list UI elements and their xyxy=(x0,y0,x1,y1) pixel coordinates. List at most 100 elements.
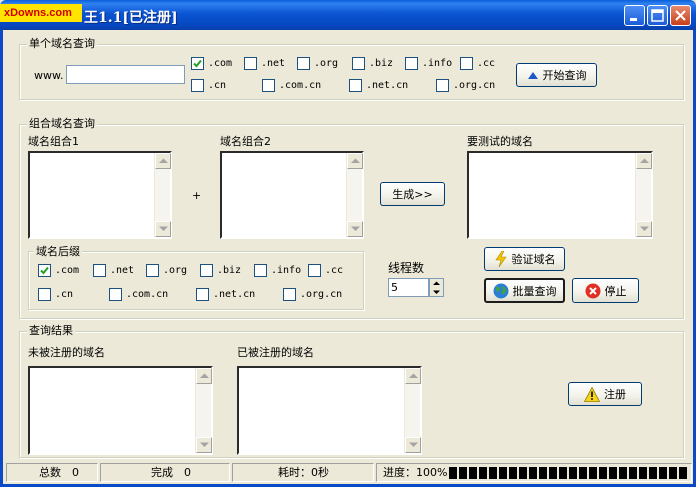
site-logo: xDowns.com xyxy=(0,4,82,22)
progress-block xyxy=(619,467,627,479)
warning-icon xyxy=(584,386,600,402)
progress-block xyxy=(629,467,637,479)
combo2-textarea[interactable] xyxy=(220,151,364,239)
scroll-up-button[interactable] xyxy=(155,153,171,169)
scroll-up-icon xyxy=(640,158,649,163)
tld-checkbox[interactable] xyxy=(352,57,365,70)
scroll-down-button[interactable] xyxy=(405,437,421,453)
tld-checkbox[interactable] xyxy=(436,79,449,92)
minimize-icon xyxy=(630,18,637,21)
registered-label: 已被注册的域名 xyxy=(237,346,314,359)
domain-input[interactable] xyxy=(66,65,185,84)
scroll-down-button[interactable] xyxy=(196,437,212,453)
progress-block xyxy=(659,467,667,479)
target-domains-textarea[interactable] xyxy=(467,151,653,239)
status-done: 完成 0 xyxy=(100,463,230,482)
spin-down-icon[interactable] xyxy=(433,290,440,295)
tld-checkbox[interactable] xyxy=(349,79,362,92)
scroll-up-button[interactable] xyxy=(347,153,363,169)
progress-block xyxy=(599,467,607,479)
progress-block xyxy=(559,467,567,479)
checkmark-icon xyxy=(40,266,49,275)
maximize-button[interactable] xyxy=(647,5,668,26)
scroll-down-icon xyxy=(159,226,168,231)
verify-domain-button[interactable]: 验证域名 xyxy=(484,247,565,271)
tld-checkbox[interactable] xyxy=(200,264,213,277)
scroll-up-button[interactable] xyxy=(636,153,652,169)
combo2-scrollbar[interactable] xyxy=(346,153,363,237)
start-query-button[interactable]: 开始查询 xyxy=(516,63,597,87)
tld-checkbox[interactable] xyxy=(191,57,204,70)
tld-checkbox[interactable] xyxy=(109,288,122,301)
tld-checkbox-label: .org.cn xyxy=(300,289,343,300)
tld-checkbox[interactable] xyxy=(297,57,310,70)
threads-spinner[interactable] xyxy=(429,278,444,297)
combo-query-title: 组合域名查询 xyxy=(27,117,97,130)
progress-block xyxy=(609,467,617,479)
stop-button[interactable]: 停止 xyxy=(572,278,639,303)
tld-checkbox-label: .com.cn xyxy=(126,289,169,300)
progress-block xyxy=(579,467,587,479)
verify-domain-label: 验证域名 xyxy=(511,253,556,266)
combo2-label: 域名组合2 xyxy=(220,135,271,148)
progress-block xyxy=(509,467,517,479)
arrow-up-icon xyxy=(527,72,538,79)
single-query-title: 单个域名查询 xyxy=(27,37,97,50)
scroll-down-button[interactable] xyxy=(636,221,652,237)
tld-checkbox[interactable] xyxy=(244,57,257,70)
unregistered-label: 未被注册的域名 xyxy=(28,346,105,359)
spin-up-icon[interactable] xyxy=(433,281,440,286)
threads-label: 线程数 xyxy=(388,261,425,275)
generate-button[interactable]: 生成>> xyxy=(380,182,445,206)
scroll-down-button[interactable] xyxy=(347,221,363,237)
unregistered-list[interactable] xyxy=(28,366,213,455)
tld-checkbox[interactable] xyxy=(308,264,321,277)
tld-checkbox[interactable] xyxy=(262,79,275,92)
scroll-up-icon xyxy=(159,158,168,163)
minimize-button[interactable] xyxy=(624,5,645,26)
start-query-label: 开始查询 xyxy=(542,69,587,82)
scroll-down-icon xyxy=(200,442,209,447)
registered-list[interactable] xyxy=(237,366,422,455)
batch-query-label: 批量查询 xyxy=(512,284,557,298)
scroll-down-icon xyxy=(409,442,418,447)
suffix-group xyxy=(28,251,364,310)
suffix-group-title: 域名后缀 xyxy=(34,245,82,258)
window-title: 王1.1[已注册] xyxy=(84,10,178,26)
combo1-label: 域名组合1 xyxy=(28,135,79,148)
tld-checkbox[interactable] xyxy=(38,264,51,277)
unregistered-scrollbar[interactable] xyxy=(195,368,212,453)
scroll-down-button[interactable] xyxy=(155,221,171,237)
tld-checkbox[interactable] xyxy=(196,288,209,301)
scroll-up-button[interactable] xyxy=(405,368,421,384)
progress-block xyxy=(459,467,467,479)
tld-checkbox[interactable] xyxy=(93,264,106,277)
progress-block xyxy=(519,467,527,479)
combo1-scrollbar[interactable] xyxy=(154,153,171,237)
tld-checkbox[interactable] xyxy=(254,264,267,277)
scroll-up-button[interactable] xyxy=(196,368,212,384)
tld-checkbox[interactable] xyxy=(405,57,418,70)
register-button[interactable]: 注册 xyxy=(568,382,642,406)
tld-checkbox[interactable] xyxy=(38,288,51,301)
progress-label: 进度：100% xyxy=(383,466,448,479)
batch-query-button[interactable]: 批量查询 xyxy=(484,278,565,303)
status-total: 总数 0 xyxy=(6,463,98,482)
tld-checkbox[interactable] xyxy=(146,264,159,277)
registered-scrollbar[interactable] xyxy=(404,368,421,453)
threads-input[interactable] xyxy=(388,278,429,297)
combo1-textarea[interactable] xyxy=(28,151,172,239)
close-button[interactable] xyxy=(670,5,691,26)
progress-block xyxy=(469,467,477,479)
lightning-icon xyxy=(494,251,507,267)
tld-checkbox[interactable] xyxy=(283,288,296,301)
progress-block xyxy=(499,467,507,479)
tld-checkbox-label: .com.cn xyxy=(279,80,322,91)
tld-checkbox[interactable] xyxy=(460,57,473,70)
stop-icon xyxy=(585,283,600,298)
progress-bar xyxy=(449,465,687,480)
target-scrollbar[interactable] xyxy=(635,153,652,237)
tld-checkbox[interactable] xyxy=(191,79,204,92)
scroll-down-icon xyxy=(351,226,360,231)
tld-checkbox-label: .biz xyxy=(217,265,242,276)
